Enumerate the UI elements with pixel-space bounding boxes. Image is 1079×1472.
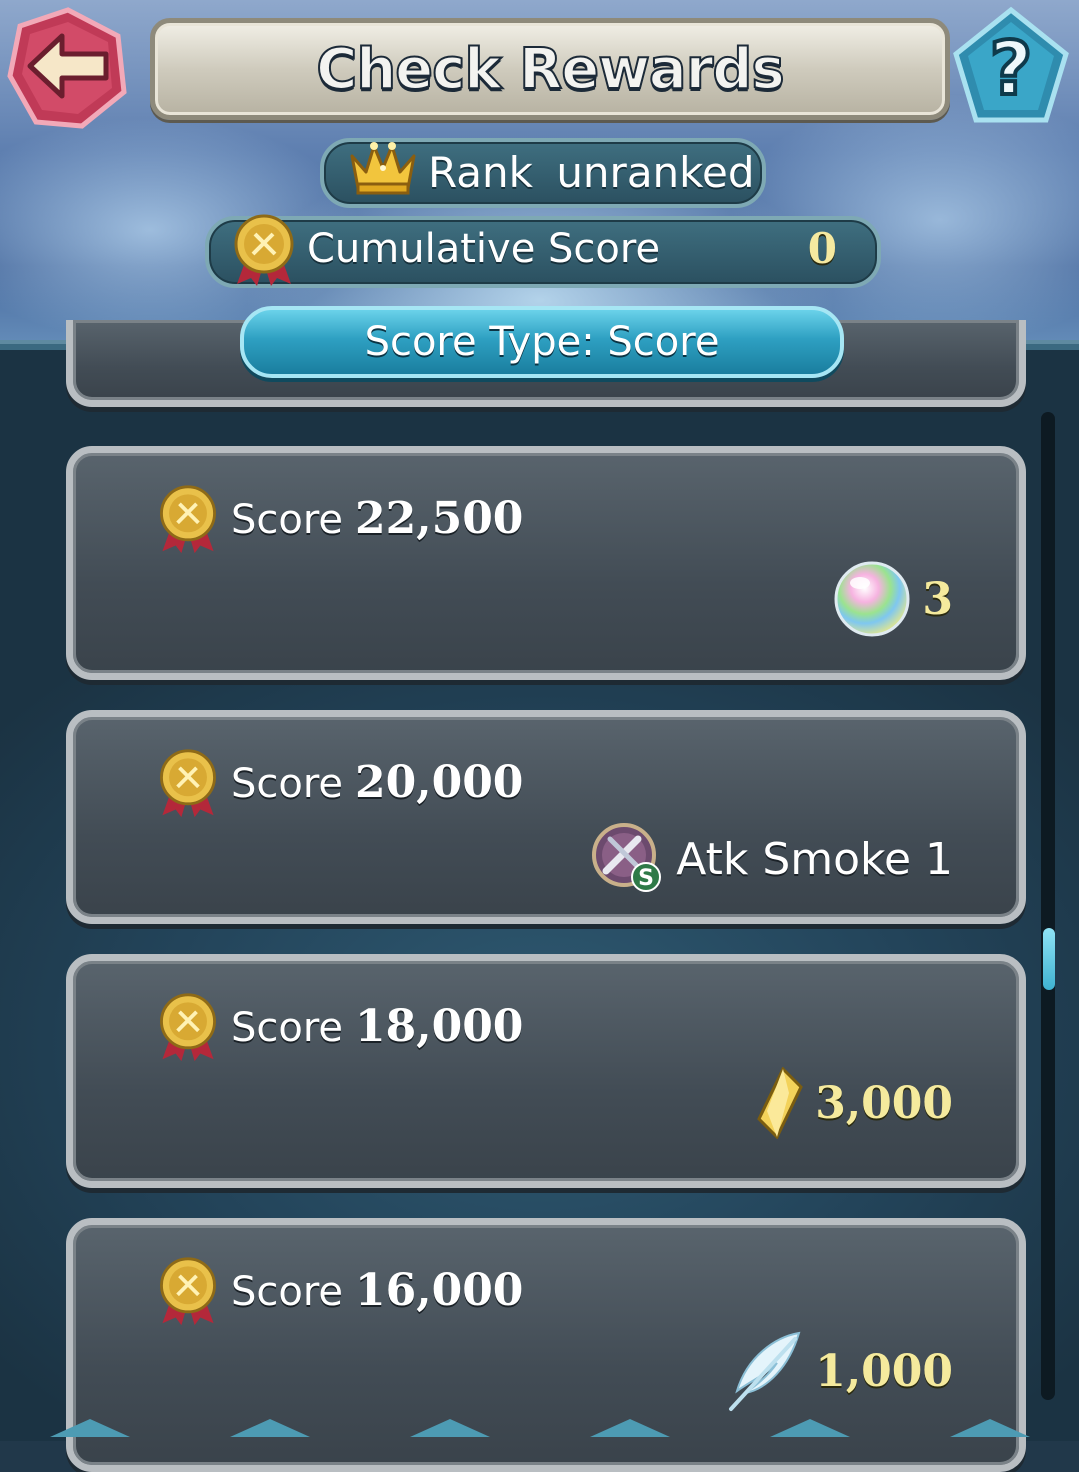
page-title: Check Rewards bbox=[315, 36, 786, 103]
skill-badge: S bbox=[638, 866, 654, 891]
reward-card: Score 18,000 3,000 bbox=[66, 954, 1026, 1188]
title-bar: Check Rewards bbox=[150, 18, 950, 120]
score-type-label: Score Type: Score bbox=[364, 319, 720, 365]
back-button[interactable] bbox=[6, 6, 130, 130]
reward-item: 3,000 bbox=[753, 1067, 953, 1139]
reward-name: Atk Smoke 1 bbox=[676, 833, 953, 885]
score-threshold: 18,000 bbox=[355, 1001, 524, 1052]
cumulative-score-label: Cumulative Score bbox=[307, 226, 661, 272]
skill-icon: S bbox=[592, 823, 662, 892]
rank-label: Rank bbox=[428, 148, 533, 197]
score-threshold: 20,000 bbox=[355, 757, 524, 808]
cumulative-score-display: Cumulative Score 0 bbox=[205, 214, 881, 288]
feather-icon bbox=[729, 1331, 801, 1411]
reward-item: 3 bbox=[832, 559, 953, 639]
scrollbar-track[interactable] bbox=[1041, 412, 1055, 1400]
orb-icon bbox=[834, 561, 910, 637]
rank-display: Rank unranked bbox=[320, 138, 766, 208]
score-label: Score bbox=[231, 1005, 344, 1051]
reward-card: Score 22,500 3 bbox=[66, 446, 1026, 680]
score-threshold: 16,000 bbox=[355, 1265, 524, 1316]
help-icon: ? bbox=[953, 6, 1069, 123]
reward-amount: 3,000 bbox=[815, 1077, 953, 1129]
cumulative-score-value: 0 bbox=[807, 224, 837, 273]
rank-value: unranked bbox=[556, 148, 755, 197]
reward-amount: 1,000 bbox=[815, 1345, 953, 1397]
reward-amount: 3 bbox=[922, 573, 953, 625]
medal-icon bbox=[160, 993, 216, 1062]
reward-item: S Atk Smoke 1 bbox=[590, 821, 953, 897]
medal-icon bbox=[160, 1257, 216, 1326]
reward-card: Score 20,000 S Atk Smoke 1 bbox=[66, 710, 1026, 924]
score-type-button[interactable]: Score Type: Score bbox=[240, 306, 844, 378]
medal-icon bbox=[234, 214, 294, 286]
scrollbar-thumb[interactable] bbox=[1043, 928, 1055, 990]
help-button[interactable]: ? bbox=[950, 6, 1072, 128]
bottom-decoration bbox=[50, 1419, 1030, 1437]
medal-icon bbox=[160, 749, 216, 818]
score-label: Score bbox=[231, 1269, 344, 1315]
crystal-icon bbox=[757, 1067, 804, 1139]
score-label: Score bbox=[231, 497, 344, 543]
score-label: Score bbox=[231, 761, 344, 807]
back-arrow-icon bbox=[7, 7, 127, 129]
medal-icon bbox=[160, 485, 216, 554]
score-threshold: 22,500 bbox=[355, 493, 524, 544]
help-label: ? bbox=[990, 26, 1033, 112]
crown-icon bbox=[350, 142, 416, 195]
reward-item: 1,000 bbox=[725, 1329, 953, 1413]
